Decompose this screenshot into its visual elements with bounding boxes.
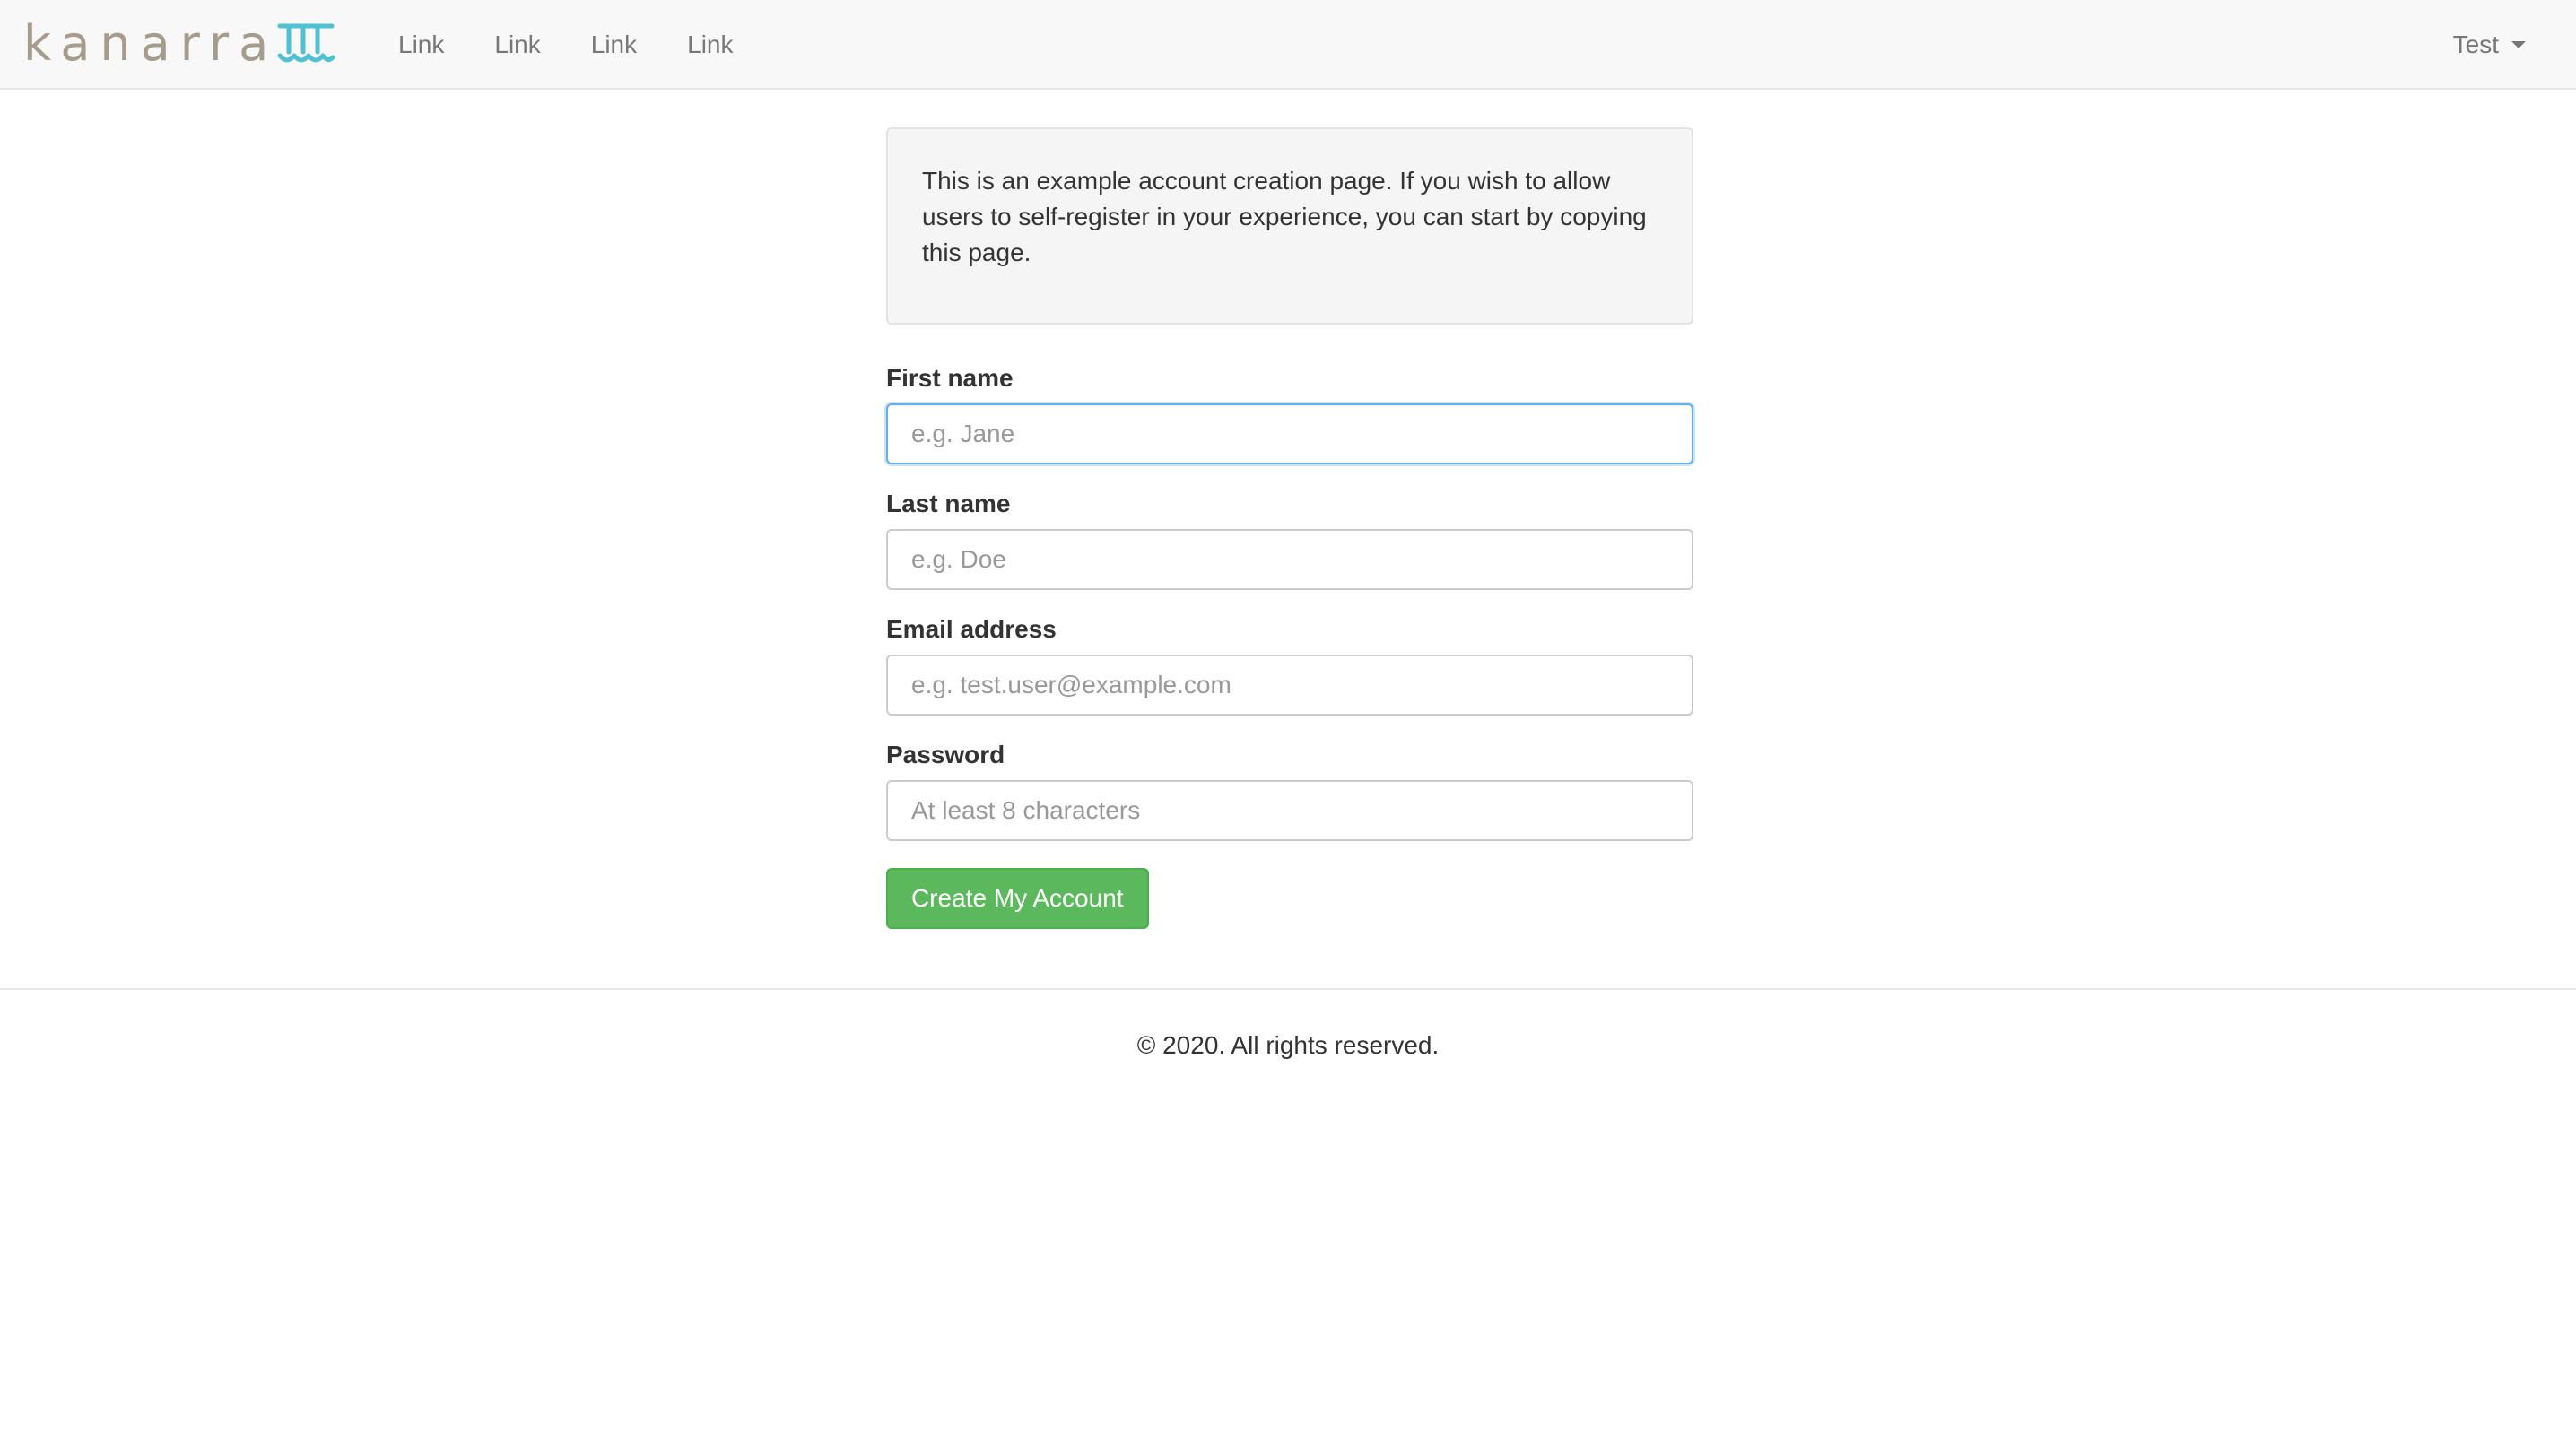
nav-links: Link Link Link Link [371, 0, 759, 90]
info-notice-text: This is an example account creation page… [922, 167, 1647, 266]
footer-copyright: © 2020. All rights reserved. [1136, 1031, 1440, 1059]
nav-link-4[interactable]: Link [662, 0, 758, 90]
last-name-group: Last name [886, 490, 1693, 590]
email-label: Email address [886, 615, 1057, 643]
first-name-label: First name [886, 364, 1014, 392]
first-name-input[interactable] [886, 403, 1693, 464]
footer: © 2020. All rights reserved. [0, 988, 2576, 1063]
nav-link-2[interactable]: Link [469, 0, 565, 90]
last-name-label: Last name [886, 490, 1011, 517]
password-input[interactable] [886, 780, 1693, 841]
create-account-button[interactable]: Create My Account [886, 868, 1149, 929]
email-input[interactable] [886, 655, 1693, 716]
user-menu[interactable]: Test [2453, 0, 2526, 90]
caret-down-icon [2511, 41, 2526, 48]
info-notice: This is an example account creation page… [886, 127, 1693, 325]
brand-logo[interactable]: kanarra [23, 20, 335, 68]
nav-link-3[interactable]: Link [566, 0, 662, 90]
user-menu-label: Test [2452, 30, 2499, 58]
last-name-input[interactable] [886, 529, 1693, 590]
main-content: This is an example account creation page… [886, 127, 1693, 929]
nav-link-1[interactable]: Link [371, 0, 469, 90]
password-group: Password [886, 741, 1693, 841]
first-name-group: First name [886, 364, 1693, 464]
navbar: kanarra Link Link Link Link Test [0, 0, 2576, 90]
password-label: Password [886, 741, 1005, 768]
wave-columns-icon [277, 23, 335, 63]
brand-name: kanarra [23, 15, 279, 72]
email-group: Email address [886, 615, 1693, 716]
